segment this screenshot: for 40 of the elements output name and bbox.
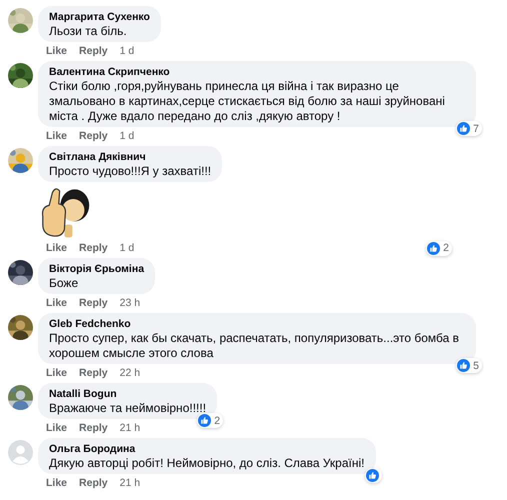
reaction-badge[interactable]: 2	[426, 240, 452, 256]
comment-text: Льози та біль.	[49, 24, 128, 39]
action-link[interactable]: Reply	[79, 297, 108, 309]
action-link[interactable]: Like	[46, 242, 68, 254]
timestamp[interactable]: 1 d	[120, 242, 134, 254]
timestamp[interactable]: 22 h	[120, 367, 140, 379]
action-link[interactable]: Like	[46, 45, 68, 57]
comment-text: Стіки болю ,горя,руйнувань принесла ця війна і так виразно це змальовано в картинах,серце стискається від болю за наші зруйновані міста . Дуже вдало передано до сліз ,дякую автору !	[49, 79, 446, 124]
action-link[interactable]: Reply	[79, 367, 108, 379]
comment-text: Просто супер, как бы скачать, распечатать, популяризовать...это бомба в хорошем смысле этого слова	[49, 331, 460, 361]
action-link[interactable]: Like	[46, 130, 68, 142]
timestamp[interactable]: 21 h	[120, 477, 140, 489]
action-link[interactable]: Reply	[79, 45, 108, 57]
action-link[interactable]: Reply	[79, 422, 108, 434]
action-link[interactable]: Reply	[79, 130, 108, 142]
reaction-badge[interactable]: 5	[456, 358, 482, 373]
action-link[interactable]: Like	[46, 297, 68, 309]
action-link[interactable]: Reply	[79, 242, 108, 254]
author-link[interactable]: Світлана Дяківнич	[49, 150, 212, 164]
author-link[interactable]: Вікторія Єрьоміна	[49, 262, 144, 276]
action-link[interactable]: Like	[46, 477, 68, 489]
reaction-badge[interactable]: 7	[456, 121, 482, 136]
author-link[interactable]: Gleb Fedchenko	[49, 317, 465, 331]
timestamp[interactable]: 21 h	[120, 422, 140, 434]
action-link[interactable]: Like	[46, 367, 68, 379]
timestamp[interactable]: 23 h	[120, 297, 140, 309]
action-link[interactable]: Reply	[79, 477, 108, 489]
author-link[interactable]: Маргарита Сухенко	[49, 10, 150, 24]
author-link[interactable]: Валентина Скрипченко	[49, 65, 465, 79]
author-link[interactable]: Ольга Бородина	[49, 442, 364, 456]
comment-text: Дякую авторці робіт! Неймовірно, до сліз. Слава Україні!	[49, 456, 364, 471]
author-link[interactable]: Natalli Bogun	[49, 387, 206, 401]
action-link[interactable]: Like	[46, 422, 68, 434]
reaction-badge[interactable]	[364, 468, 382, 483]
timestamp[interactable]: 1 d	[120, 45, 134, 57]
timestamp[interactable]: 1 d	[120, 130, 134, 142]
comment-text: Вражаюче та неймовірно!!!!!	[49, 401, 206, 416]
comment-text: Боже	[49, 276, 80, 291]
reaction-badge[interactable]: 2	[197, 413, 224, 428]
comment-text: Просто чудово!!!Я у захваті!!!	[49, 164, 212, 179]
